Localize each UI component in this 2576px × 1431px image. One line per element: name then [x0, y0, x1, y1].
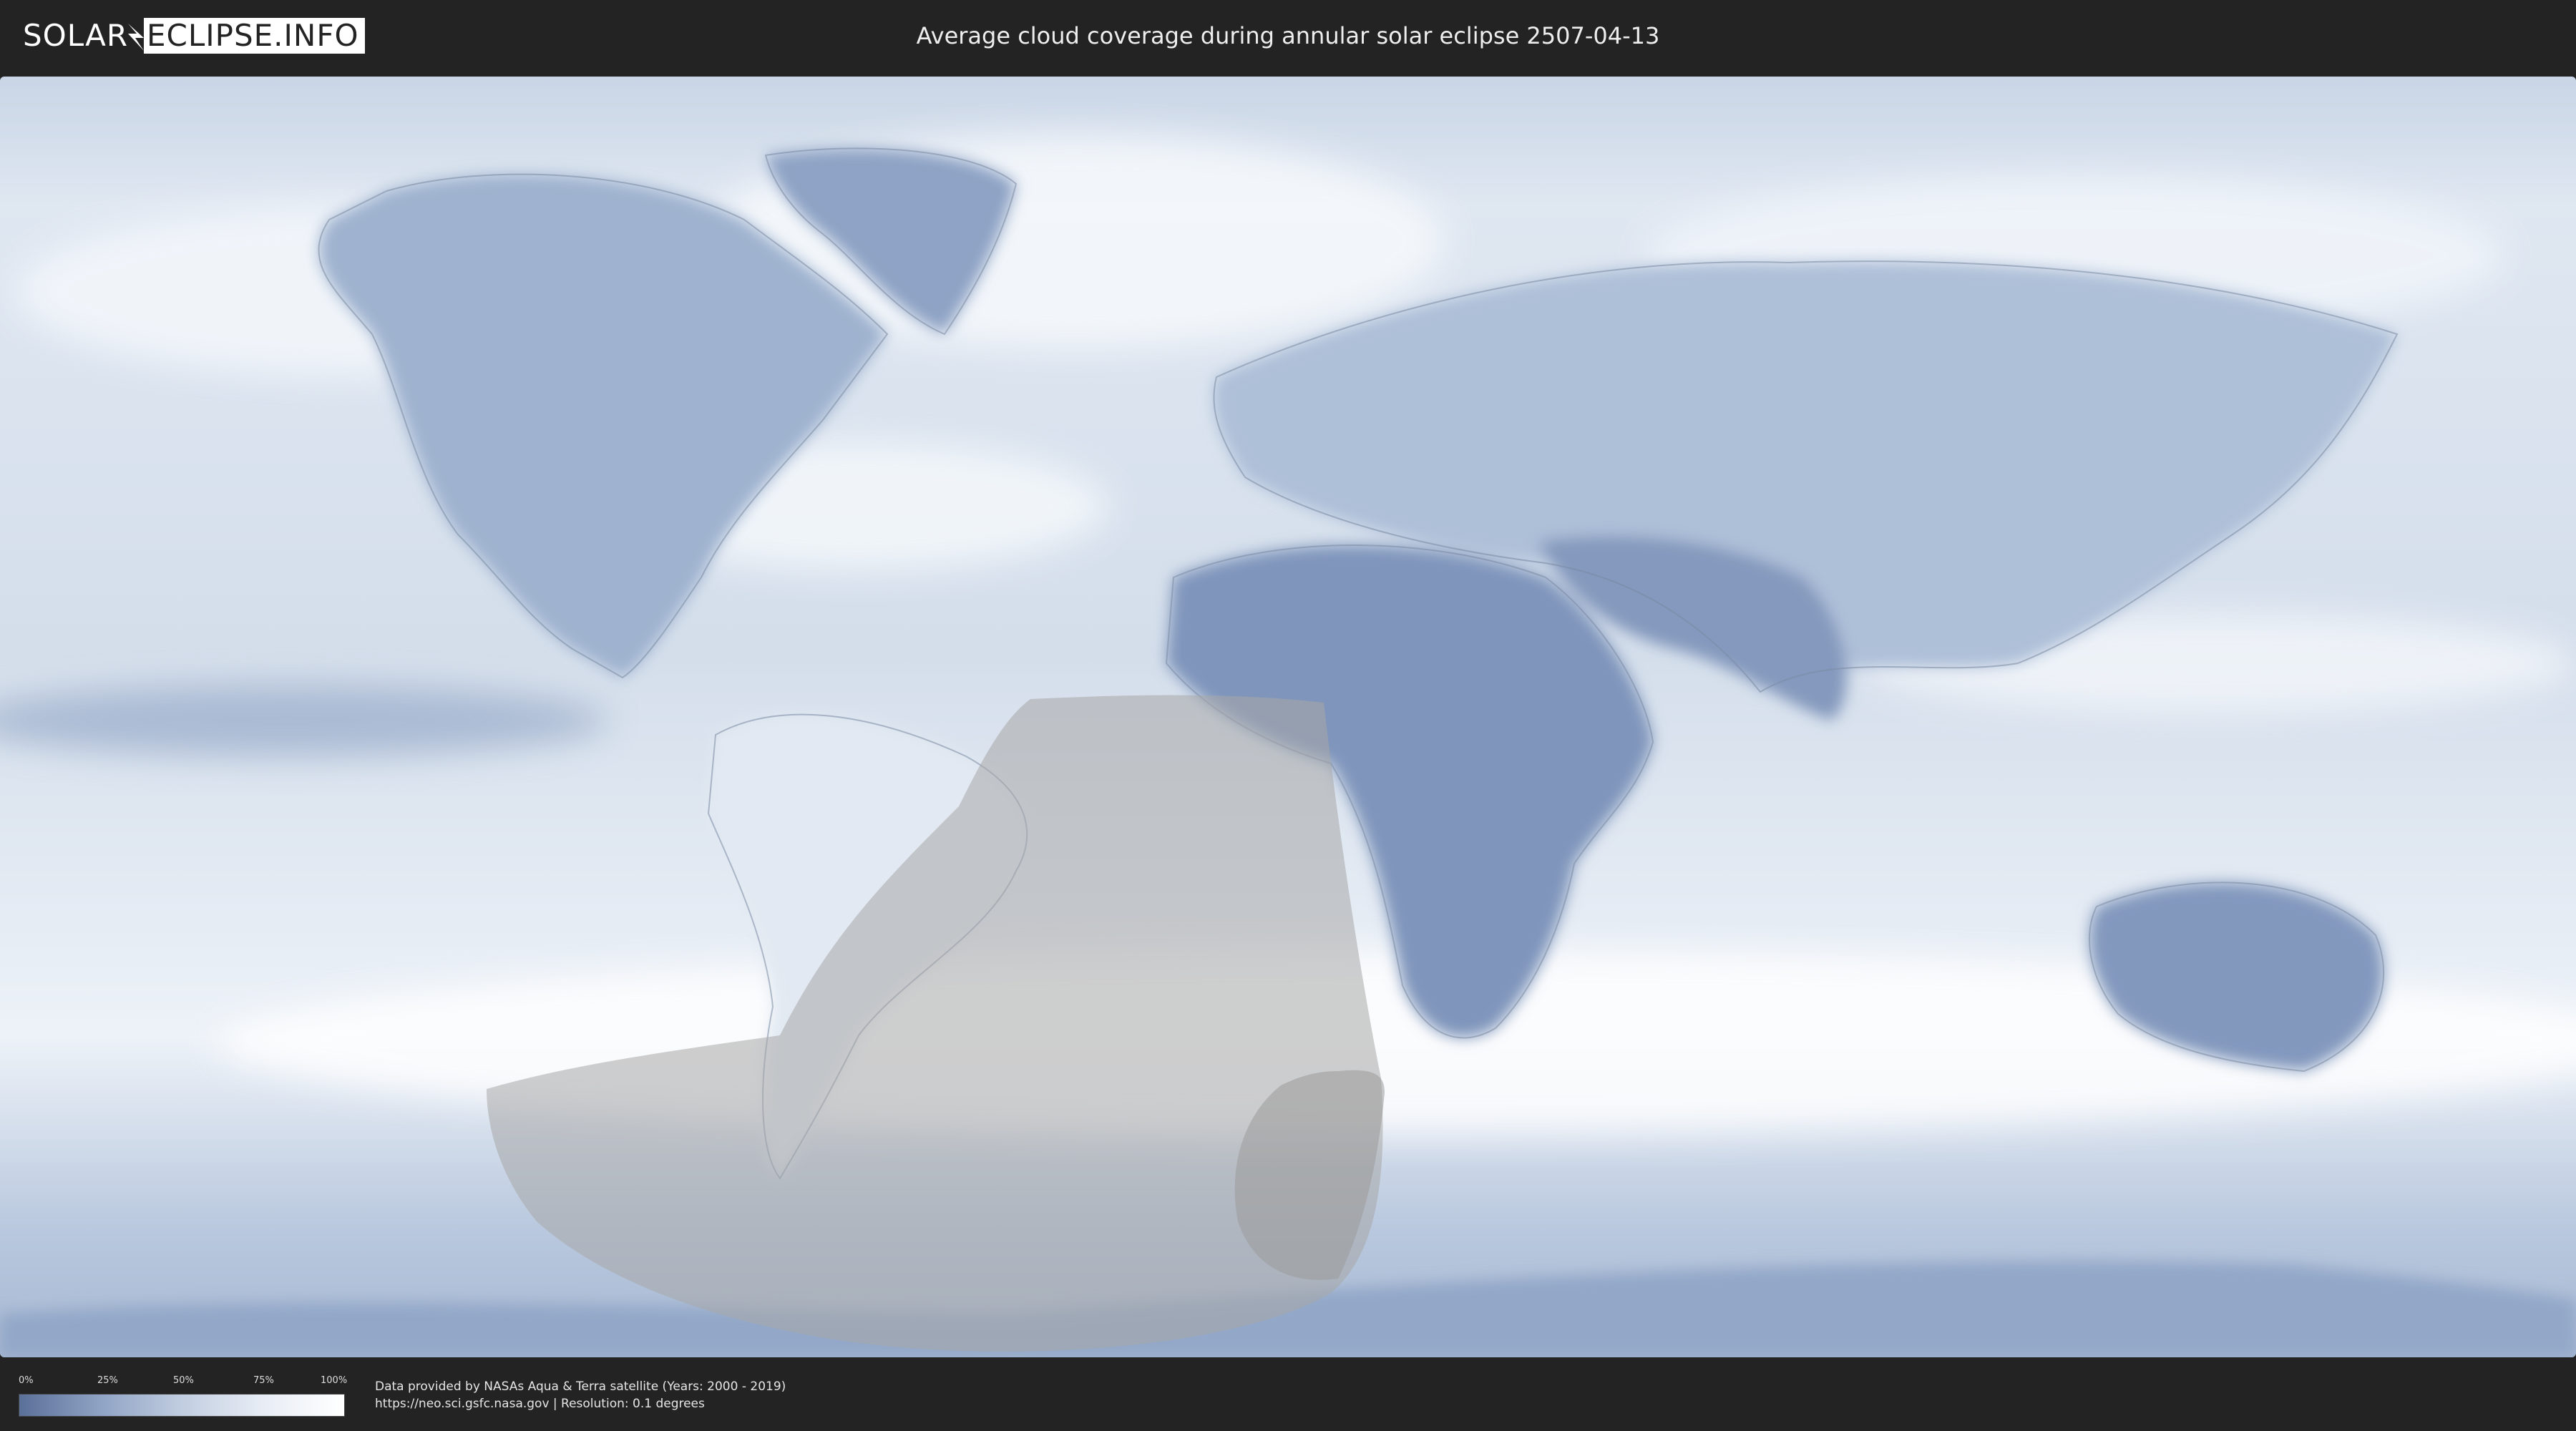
world-map-svg [0, 77, 2576, 1357]
page-title: Average cloud coverage during annular so… [916, 22, 1660, 49]
footer-bar: 0% 25% 50% 75% 100% Data provided by NAS… [0, 1359, 2576, 1431]
legend-labels: 0% 25% 50% 75% 100% [19, 1375, 347, 1390]
legend-label-25: 25% [97, 1375, 118, 1386]
source-line-2: https://neo.sci.gsfc.nasa.gov | Resoluti… [375, 1397, 705, 1411]
header-bar: SOLAR ECLIPSE.INFO Average cloud coverag… [0, 0, 2576, 72]
legend-label-50: 50% [173, 1375, 194, 1386]
legend-gradient-bar [19, 1394, 345, 1417]
legend-label-0: 0% [19, 1375, 34, 1386]
data-source-text: Data provided by NASAs Aqua & Terra sate… [375, 1378, 786, 1412]
legend-label-75: 75% [253, 1375, 274, 1386]
cloud-coverage-legend: 0% 25% 50% 75% 100% [19, 1375, 347, 1417]
legend-label-100: 100% [321, 1375, 348, 1386]
source-line-1: Data provided by NASAs Aqua & Terra sate… [375, 1379, 786, 1394]
cloud-coverage-map[interactable] [0, 77, 2576, 1357]
